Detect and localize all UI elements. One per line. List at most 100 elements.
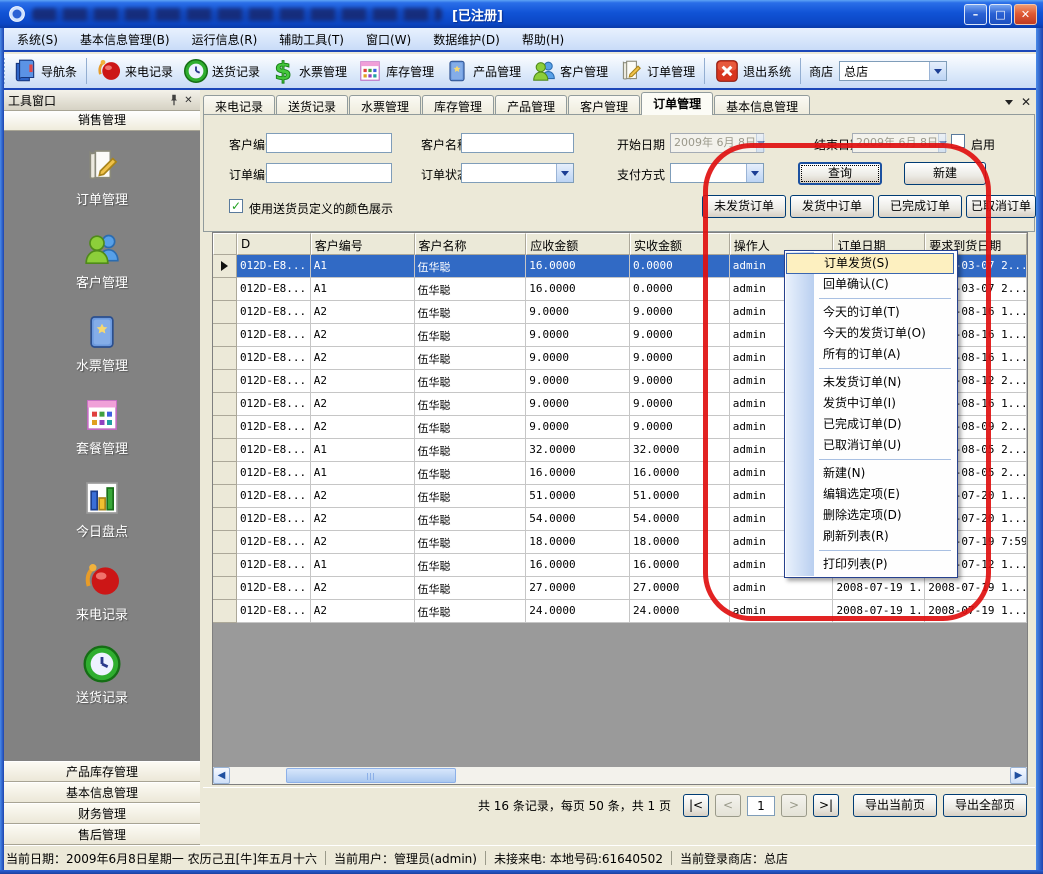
chevron-down-icon[interactable] bbox=[756, 134, 765, 152]
horizontal-scrollbar[interactable]: ◀ ▶ bbox=[213, 767, 1027, 784]
context-menu-item-6[interactable]: 所有的订单(A) bbox=[785, 344, 955, 365]
context-menu-item-2[interactable]: 回单确认(C) bbox=[785, 274, 955, 295]
toolbar-book-button[interactable]: 导航条 bbox=[7, 55, 82, 87]
row-selector-cell[interactable] bbox=[213, 278, 237, 301]
menubar-item-2[interactable]: 基本信息管理(B) bbox=[69, 28, 181, 51]
context-menu-item-11[interactable]: 已取消订单(U) bbox=[785, 435, 955, 456]
menubar-item-7[interactable]: 帮助(H) bbox=[511, 28, 575, 51]
toolbar-order-button[interactable]: 订单管理 bbox=[613, 55, 700, 87]
context-menu-item-5[interactable]: 今天的发货订单(O) bbox=[785, 323, 955, 344]
last-page-button[interactable]: >| bbox=[813, 794, 839, 817]
sidebar-item-3[interactable]: 水票管理 bbox=[4, 312, 200, 374]
context-menu-item-9[interactable]: 发货中订单(I) bbox=[785, 393, 955, 414]
toolbar-exit-button[interactable]: 退出系统 bbox=[709, 55, 796, 87]
prev-page-button[interactable]: < bbox=[715, 794, 741, 817]
context-menu-item-13[interactable]: 新建(N) bbox=[785, 463, 955, 484]
row-selector-cell[interactable] bbox=[213, 577, 237, 600]
tab-close-icon[interactable]: ✕ bbox=[1021, 95, 1031, 109]
tab-7[interactable]: 订单管理 bbox=[641, 92, 713, 115]
row-selector-cell[interactable] bbox=[213, 531, 237, 554]
menubar-item-5[interactable]: 窗口(W) bbox=[355, 28, 422, 51]
query-button[interactable]: 查询 bbox=[798, 162, 882, 185]
tab-1[interactable]: 来电记录 bbox=[203, 95, 275, 115]
menubar-item-6[interactable]: 数据维护(D) bbox=[422, 28, 511, 51]
scroll-left-icon[interactable]: ◀ bbox=[213, 767, 230, 784]
customer-name-input[interactable] bbox=[461, 133, 574, 153]
row-selector-cell[interactable] bbox=[213, 324, 237, 347]
export-all-pages-button[interactable]: 导出全部页 bbox=[943, 794, 1027, 817]
context-menu-item-8[interactable]: 未发货订单(N) bbox=[785, 372, 955, 393]
export-current-page-button[interactable]: 导出当前页 bbox=[853, 794, 937, 817]
toolbar-bell-button[interactable]: 来电记录 bbox=[91, 55, 178, 87]
first-page-button[interactable]: |< bbox=[683, 794, 709, 817]
toolbar-calendar-button[interactable]: 库存管理 bbox=[352, 55, 439, 87]
sidebar-item-1[interactable]: 订单管理 bbox=[4, 146, 200, 208]
table-row[interactable]: 012D-E8...A2伍华聪24.000024.0000admin2008-0… bbox=[213, 600, 1027, 623]
context-menu-item-15[interactable]: 删除选定项(D) bbox=[785, 505, 955, 526]
tab-4[interactable]: 库存管理 bbox=[422, 95, 494, 115]
tab-list-chevron-down-icon[interactable] bbox=[1005, 100, 1013, 105]
table-row[interactable]: 012D-E8...A2伍华聪27.000027.0000admin2008-0… bbox=[213, 577, 1027, 600]
status-filter-button-3[interactable]: 已完成订单 bbox=[878, 195, 962, 218]
status-filter-button-2[interactable]: 发货中订单 bbox=[790, 195, 874, 218]
close-button[interactable]: ✕ bbox=[1014, 4, 1037, 25]
sidebar-panel-3[interactable]: 财务管理 bbox=[4, 803, 200, 824]
row-selector-cell[interactable] bbox=[213, 485, 237, 508]
sidebar-panel-1[interactable]: 产品库存管理 bbox=[4, 761, 200, 782]
minimize-button[interactable]: – bbox=[964, 4, 987, 25]
shop-combobox[interactable]: 总店 bbox=[839, 61, 947, 81]
delivery-color-checkbox[interactable]: ✓ bbox=[229, 199, 243, 213]
menubar-item-1[interactable]: 系统(S) bbox=[6, 28, 69, 51]
chevron-down-icon[interactable] bbox=[556, 164, 573, 182]
sidebar-item-4[interactable]: 套餐管理 bbox=[4, 395, 200, 457]
tab-8[interactable]: 基本信息管理 bbox=[714, 95, 810, 115]
toolbar-customers-button[interactable]: 客户管理 bbox=[526, 55, 613, 87]
row-selector-cell[interactable] bbox=[213, 554, 237, 577]
tab-5[interactable]: 产品管理 bbox=[495, 95, 567, 115]
order-no-input[interactable] bbox=[266, 163, 392, 183]
sidebar-panel-sales[interactable]: 销售管理 bbox=[4, 111, 200, 131]
row-selector-cell[interactable] bbox=[213, 508, 237, 531]
context-menu-item-14[interactable]: 编辑选定项(E) bbox=[785, 484, 955, 505]
sidebar-item-5[interactable]: 今日盘点 bbox=[4, 478, 200, 540]
sidebar-item-6[interactable]: 来电记录 bbox=[4, 561, 200, 623]
context-menu-item-4[interactable]: 今天的订单(T) bbox=[785, 302, 955, 323]
row-selector-cell[interactable] bbox=[213, 600, 237, 623]
context-menu-item-18[interactable]: 打印列表(P) bbox=[785, 554, 955, 575]
menubar-item-4[interactable]: 辅助工具(T) bbox=[268, 28, 355, 51]
sidebar-item-7[interactable]: 送货记录 bbox=[4, 644, 200, 706]
tab-3[interactable]: 水票管理 bbox=[349, 95, 421, 115]
page-number-input[interactable] bbox=[747, 796, 775, 816]
tab-6[interactable]: 客户管理 bbox=[568, 95, 640, 115]
toolbar-product-button[interactable]: 产品管理 bbox=[439, 55, 526, 87]
toolbar-dollar-button[interactable]: $水票管理 bbox=[265, 55, 352, 87]
order-status-combobox[interactable] bbox=[461, 163, 574, 183]
row-selector-cell[interactable] bbox=[213, 370, 237, 393]
sidebar-panel-4[interactable]: 售后管理 bbox=[4, 824, 200, 845]
status-filter-button-1[interactable]: 未发货订单 bbox=[702, 195, 786, 218]
row-selector-cell[interactable] bbox=[213, 255, 237, 278]
row-selector-cell[interactable] bbox=[213, 439, 237, 462]
chevron-down-icon[interactable] bbox=[938, 134, 947, 152]
context-menu-item-1[interactable]: 订单发货(S) bbox=[786, 253, 954, 274]
scrollbar-thumb[interactable] bbox=[286, 768, 456, 783]
sidebar-item-2[interactable]: 客户管理 bbox=[4, 229, 200, 291]
pin-icon[interactable] bbox=[167, 93, 181, 107]
row-selector-cell[interactable] bbox=[213, 462, 237, 485]
payment-combobox[interactable] bbox=[670, 163, 764, 183]
new-button[interactable]: 新建 bbox=[904, 162, 986, 185]
toolbar-clock-button[interactable]: 送货记录 bbox=[178, 55, 265, 87]
next-page-button[interactable]: > bbox=[781, 794, 807, 817]
row-selector-cell[interactable] bbox=[213, 416, 237, 439]
context-menu-item-10[interactable]: 已完成订单(D) bbox=[785, 414, 955, 435]
enable-checkbox[interactable] bbox=[951, 134, 965, 148]
customer-no-input[interactable] bbox=[266, 133, 392, 153]
end-date-picker[interactable]: 2009年 6月 8日 bbox=[852, 133, 946, 153]
start-date-picker[interactable]: 2009年 6月 8日 bbox=[670, 133, 764, 153]
chevron-down-icon[interactable] bbox=[929, 62, 946, 80]
chevron-down-icon[interactable] bbox=[746, 164, 763, 182]
sidebar-panel-2[interactable]: 基本信息管理 bbox=[4, 782, 200, 803]
maximize-button[interactable]: □ bbox=[989, 4, 1012, 25]
row-selector-cell[interactable] bbox=[213, 393, 237, 416]
context-menu-item-16[interactable]: 刷新列表(R) bbox=[785, 526, 955, 547]
